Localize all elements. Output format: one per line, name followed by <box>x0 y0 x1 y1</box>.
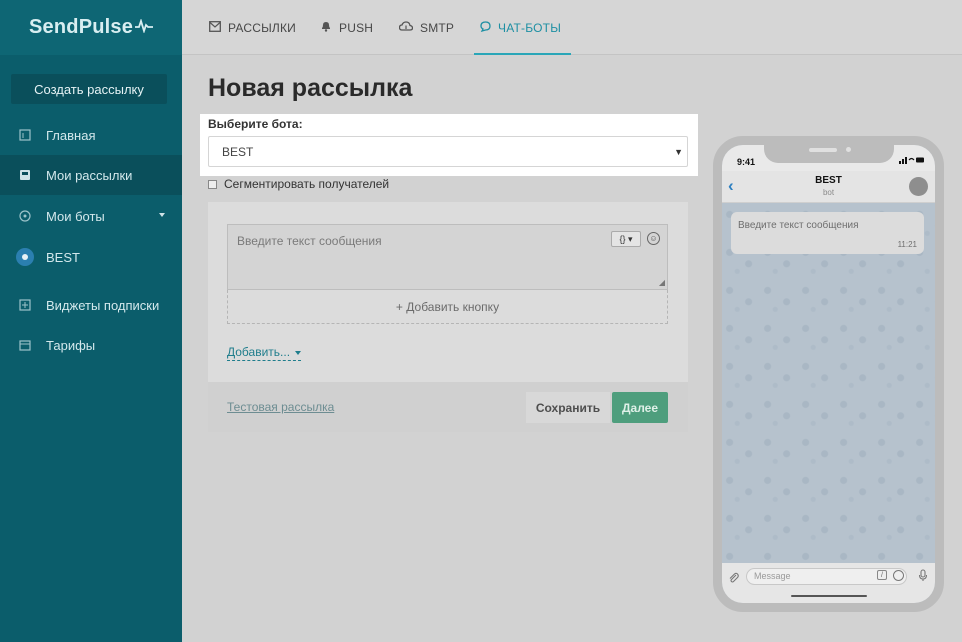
variables-button-label: {} <box>619 234 626 244</box>
message-bubble: Введите текст сообщения 11:21 <box>731 212 924 254</box>
variables-button[interactable]: {} ▾ <box>611 231 641 247</box>
chat-header: ‹ BEST bot <box>722 171 935 203</box>
tab-smtp[interactable]: SMTP <box>398 0 455 55</box>
tab-label: SMTP <box>420 20 455 35</box>
home-icon <box>18 128 32 142</box>
message-placeholder: Введите текст сообщения <box>237 234 382 248</box>
top-navigation: РАССЫЛКИ PUSH SMTP ЧАТ-БОТЫ <box>182 0 962 55</box>
bubble-text: Введите текст сообщения <box>738 220 859 231</box>
bot-select-value: BEST <box>222 144 254 159</box>
chat-avatar <box>909 177 928 196</box>
message-input-placeholder: Message <box>754 571 791 581</box>
logo-text: SendPulse <box>29 16 134 38</box>
add-more-label: Добавить... <box>227 345 291 359</box>
microphone-icon <box>918 569 928 585</box>
next-button[interactable]: Далее <box>612 392 668 423</box>
bubble-time: 11:21 <box>897 240 917 249</box>
chat-background <box>722 203 935 563</box>
phone-screen: 9:41 ‹ BEST bot Введите текст сообщения … <box>722 145 935 603</box>
chat-subtitle: bot <box>822 188 835 197</box>
segment-recipients-row[interactable]: Сегментировать получателей <box>208 177 389 191</box>
test-campaign-link[interactable]: Тестовая рассылка <box>227 400 334 414</box>
bot-avatar <box>16 248 34 266</box>
sidebar-item-tariffs[interactable]: Тарифы <box>0 325 182 365</box>
tab-label: ЧАТ-БОТЫ <box>498 20 562 35</box>
sidebar-item-label: Тарифы <box>46 337 96 353</box>
home-indicator <box>790 595 867 597</box>
bot-select-panel: Выберите бота: BEST ▼ <box>200 114 698 176</box>
signal-battery-icon <box>899 156 925 166</box>
tab-label: PUSH <box>339 20 374 35</box>
sidebar-item-label: Мои рассылки <box>46 167 133 183</box>
tab-push[interactable]: PUSH <box>320 0 373 55</box>
cloud-icon <box>398 20 414 35</box>
create-campaign-button[interactable]: Создать рассылку <box>11 74 167 104</box>
tab-chatbots[interactable]: ЧАТ-БОТЫ <box>473 0 572 55</box>
sidebar-item-label: BEST <box>46 249 80 265</box>
sidebar-item-my-bots[interactable]: Мои боты <box>0 196 182 236</box>
widget-icon <box>18 298 32 312</box>
emoji-icon[interactable]: ☺ <box>647 232 660 245</box>
message-editor-card: Введите текст сообщения {} ▾ ☺ ◢ + Добав… <box>208 202 688 382</box>
bot-select-dropdown[interactable]: BEST ▼ <box>208 136 688 167</box>
bell-icon <box>320 20 332 35</box>
chevron-down-icon <box>295 350 302 355</box>
bots-icon <box>18 209 32 223</box>
status-time: 9:41 <box>737 157 756 167</box>
phone-notch <box>763 145 894 163</box>
add-button-label: + Добавить кнопку <box>395 299 500 314</box>
paperclip-icon <box>728 571 739 587</box>
add-button-row[interactable]: + Добавить кнопку <box>227 290 668 324</box>
sidebar-item-widgets[interactable]: Виджеты подписки <box>0 285 182 325</box>
sidebar-item-my-campaigns[interactable]: Мои рассылки <box>0 155 182 195</box>
tab-label: РАССЫЛКИ <box>228 20 296 35</box>
sidebar-item-home[interactable]: Главная <box>0 115 182 155</box>
clock-icon <box>893 570 904 581</box>
inbox-icon <box>18 168 32 182</box>
sidebar-item-label: Виджеты подписки <box>46 297 160 313</box>
segment-label: Сегментировать получателей <box>224 177 390 191</box>
save-button[interactable]: Сохранить <box>526 392 610 423</box>
page-title: Новая рассылка <box>208 74 413 102</box>
logo[interactable]: SendPulse <box>0 0 182 55</box>
message-textarea[interactable]: Введите текст сообщения {} ▾ ☺ ◢ <box>227 224 668 290</box>
action-footer: Тестовая рассылка Сохранить Далее <box>208 382 688 432</box>
chat-input-bar: Message / <box>722 563 935 603</box>
chevron-down-icon <box>159 213 165 217</box>
command-icon: / <box>877 570 887 580</box>
chat-icon <box>480 20 491 35</box>
sidebar-item-bot-best[interactable]: BEST <box>0 237 182 277</box>
phone-preview: 9:41 ‹ BEST bot Введите текст сообщения … <box>713 136 944 612</box>
tariff-icon <box>18 338 32 352</box>
mail-icon <box>209 20 221 35</box>
sidebar-item-label: Главная <box>46 127 96 143</box>
sidebar-item-label: Мои боты <box>46 208 105 224</box>
bot-select-label: Выберите бота: <box>208 117 303 131</box>
chat-title: BEST <box>815 175 842 186</box>
dropdown-arrow-icon: ▼ <box>674 147 683 157</box>
add-more-dropdown[interactable]: Добавить... <box>227 345 302 361</box>
resize-handle-icon[interactable]: ◢ <box>659 278 665 287</box>
sidebar: SendPulse Создать рассылку Главная Мои р… <box>0 0 182 642</box>
tab-campaigns[interactable]: РАССЫЛКИ <box>209 0 296 55</box>
pulse-icon <box>135 17 154 38</box>
segment-checkbox[interactable] <box>208 179 217 189</box>
